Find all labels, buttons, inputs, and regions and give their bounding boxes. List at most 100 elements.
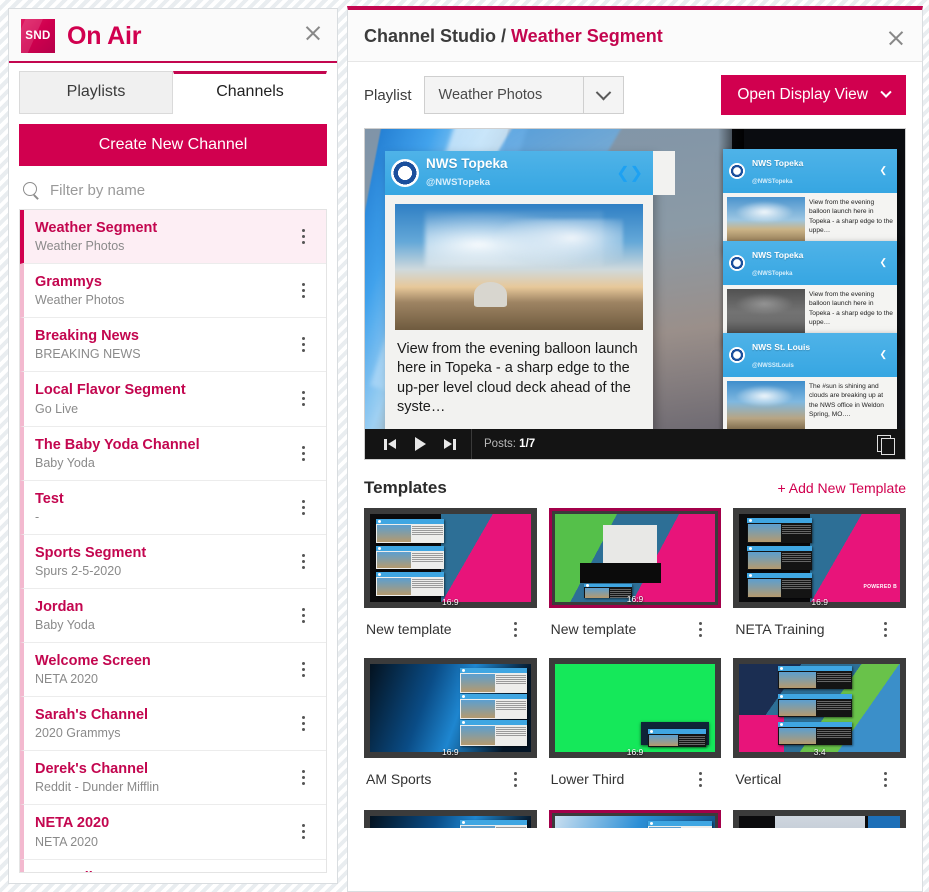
breadcrumb-root[interactable]: Channel Studio [364,26,496,46]
template-footer: New template [549,608,722,644]
open-display-view-label: Open Display View [737,86,868,103]
create-new-channel-button[interactable]: Create New Channel [19,124,327,166]
channel-list-item[interactable]: Weather Segment Weather Photos [20,210,326,265]
channel-list-item[interactable]: Jordan Baby Yoda [20,588,326,643]
play-icon[interactable] [405,429,435,459]
template-aspect-ratio: 16:9 [442,597,459,607]
template-thumbnail[interactable] [364,810,537,828]
playlist-select-value: Weather Photos [438,87,543,103]
channel-subtitle: Baby Yoda [35,455,95,470]
template-options-menu-icon[interactable] [689,768,711,790]
posts-count: 1/7 [519,438,536,450]
post-handle: @NWSTopeka [426,176,490,188]
channel-list-item[interactable]: Sarah's Channel 2020 Grammys [20,697,326,752]
skip-next-icon[interactable] [435,429,465,459]
channel-subtitle: Weather Photos [35,293,125,308]
template-thumbnail[interactable]: 16:9 [548,508,722,608]
channel-name: Welcome Screen [35,653,151,669]
copy-icon[interactable] [877,435,895,455]
post-author: NWS Topeka [752,158,804,168]
playlist-select[interactable]: Weather Photos [423,76,624,114]
twitter-bird-icon: ❮ [879,257,887,268]
channel-options-menu-icon[interactable] [292,604,314,626]
template-card[interactable]: 3:4 Vertical [733,658,906,794]
template-footer: New template [364,608,537,644]
close-icon[interactable] [886,28,906,48]
channel-preview[interactable]: NWS Topeka @NWSTopeka ❮❯ View from the e… [365,129,905,429]
channel-name: NETA 2020 [35,815,110,832]
channel-options-menu-icon[interactable] [292,280,314,302]
post-text: View from the evening balloon launch her… [397,340,638,416]
channel-list-item[interactable]: Local Flavor Segment Go Live [20,372,326,427]
template-thumbnail[interactable] [733,810,906,828]
channel-list[interactable]: Weather Segment Weather Photos Grammys Weat… [19,210,327,873]
template-card[interactable] [548,810,722,828]
channel-list-item[interactable]: Breaking News BREAKING NEWS [20,318,326,373]
template-options-menu-icon[interactable] [689,618,711,640]
tab-channels[interactable]: Channels [173,71,327,114]
template-options-menu-icon[interactable] [874,768,896,790]
channel-name: Sarah's Channel [35,707,149,724]
channel-name: Local Flavor Segment [35,382,186,399]
channel-options-menu-icon[interactable] [292,442,314,464]
open-display-view-button[interactable]: Open Display View [721,75,906,115]
template-card[interactable] [364,810,537,828]
template-options-menu-icon[interactable] [505,768,527,790]
filter-input[interactable] [50,182,325,199]
channel-list-item[interactable]: Derek's Channel Reddit - Dunder Mifflin [20,751,326,806]
channel-options-menu-icon[interactable] [292,767,314,789]
post-author: NWS Topeka [426,156,508,171]
channel-options-menu-icon[interactable] [292,334,314,356]
template-name: NETA Training [735,621,825,637]
channel-item-text: Sarah's Channel 2020 Grammys [35,706,292,741]
chevron-down-icon [880,86,892,98]
template-card[interactable]: POWERED B 16:9 NETA Training [733,508,906,644]
side-post-card: NWS Topeka @NWSTopeka ❮ View from the ev… [723,149,897,253]
channel-options-menu-icon[interactable] [292,821,314,843]
template-options-menu-icon[interactable] [505,618,527,640]
channel-options-menu-icon[interactable] [292,496,314,518]
template-thumbnail[interactable]: 16:9 [364,658,537,758]
channel-list-item[interactable]: Grammys Weather Photos [20,264,326,319]
template-name: New template [366,621,452,637]
skip-previous-icon[interactable] [375,429,405,459]
channel-list-item[interactable]: Test - [20,480,326,535]
template-card[interactable] [733,810,906,828]
channel-options-menu-icon[interactable] [292,713,314,735]
tab-playlists[interactable]: Playlists [19,71,173,114]
channel-options-menu-icon[interactable] [292,550,314,572]
add-new-template-button[interactable]: + Add New Template [777,480,906,496]
post-handle: @NWSStLouis [752,362,794,369]
template-card[interactable]: 16:9 New template [548,508,722,644]
template-thumbnail[interactable]: 16:9 [364,508,537,608]
side-post-card: NWS Topeka @NWSTopeka ❮ View from the ev… [723,241,897,345]
channel-list-item[interactable]: Sports Segment Spurs 2-5-2020 [20,534,326,589]
template-card[interactable]: 16:9 Lower Third [548,658,722,794]
channel-subtitle: Spurs 2-5-2020 [35,563,122,578]
channel-list-item[interactable]: Welcome Screen NETA 2020 [20,643,326,698]
snd-logo: SND [21,19,55,53]
twitter-bird-icon: ❮ [879,165,887,176]
template-card[interactable]: 16:9 AM Sports [364,658,537,794]
channel-list-item[interactable]: NETA 2020 NETA 2020 [20,805,326,860]
tab-bar: Playlists Channels [9,63,337,114]
template-thumbnail[interactable]: POWERED B 16:9 [733,508,906,608]
channel-options-menu-icon[interactable] [292,388,314,410]
template-footer: NETA Training [733,608,906,644]
templates-title: Templates [364,478,447,497]
template-thumbnail[interactable]: 3:4 [733,658,906,758]
channel-list-item[interactable]: 5pm TalkerTypical Florida [20,859,326,872]
template-thumbnail[interactable] [548,810,722,828]
twitter-bird-icon: ❮❯ [616,164,643,182]
template-options-menu-icon[interactable] [874,618,896,640]
template-card[interactable]: 16:9 New template [364,508,537,644]
template-footer: AM Sports [364,758,537,794]
featured-post-card: NWS Topeka @NWSTopeka ❮❯ View from the e… [385,151,675,429]
channel-item-text: Local Flavor Segment Go Live [35,381,292,416]
channel-list-item[interactable]: The Baby Yoda Channel Baby Yoda [20,426,326,481]
channel-options-menu-icon[interactable] [292,226,314,248]
channel-options-menu-icon[interactable] [292,659,314,681]
on-air-header: SND On Air [9,9,337,63]
template-thumbnail[interactable]: 16:9 [548,658,722,758]
close-icon[interactable] [303,23,323,43]
